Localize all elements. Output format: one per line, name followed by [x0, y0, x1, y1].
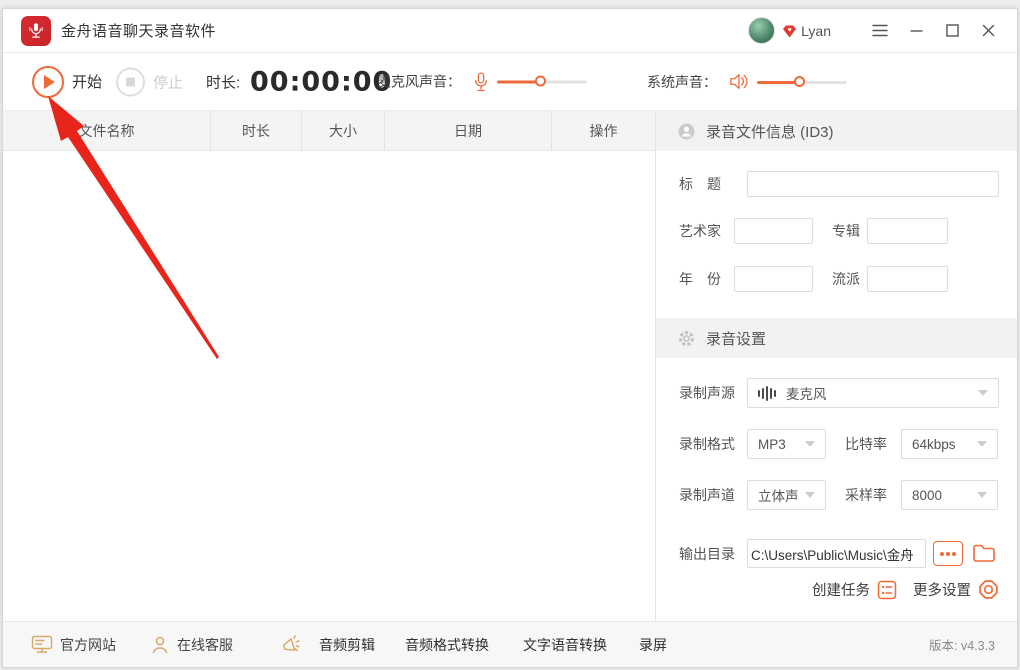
user-avatar[interactable] — [748, 17, 776, 44]
output-dir-field[interactable] — [747, 539, 926, 568]
samplerate-dropdown[interactable]: 8000 — [901, 480, 998, 510]
source-dropdown[interactable]: 麦克风 — [747, 378, 999, 408]
stop-button[interactable]: 停止 — [116, 67, 183, 96]
artist-label: 艺术家 — [679, 223, 721, 239]
mic-volume-label: 麦克风声音： — [377, 73, 461, 90]
mic-volume-knob[interactable] — [535, 75, 547, 87]
file-list-header: 文件名称 时长 大小 日期 操作 — [3, 111, 655, 151]
system-volume-label: 系统声音： — [647, 73, 717, 90]
system-volume-slider[interactable] — [757, 75, 847, 89]
version-label: 版本: v4.3.3 — [929, 639, 995, 653]
year-label: 年 份 — [679, 271, 721, 287]
app-window: 金舟语音聊天录音软件 ♥ Lyan 开始 停止 时长: 00:00:00 麦克风… — [2, 8, 1018, 668]
online-support-link[interactable]: 在线客服 — [150, 635, 233, 655]
channel-dropdown[interactable]: 立体声 — [747, 480, 826, 510]
task-list-icon[interactable] — [877, 580, 897, 600]
mic-volume-slider[interactable] — [497, 75, 587, 89]
column-duration: 时长 — [211, 111, 302, 150]
chevron-down-icon — [805, 492, 815, 498]
album-field[interactable] — [867, 218, 948, 244]
start-button[interactable]: 开始 — [32, 65, 102, 98]
app-logo-icon — [21, 15, 51, 46]
microphone-icon — [473, 71, 489, 92]
horn-icon — [282, 634, 300, 651]
bitrate-dropdown[interactable]: 64kbps — [901, 429, 998, 459]
stop-icon — [116, 67, 145, 96]
footer: 官方网站 在线客服 音频剪辑 音频格式转换 文字语音转换 录屏 版本: v4.3… — [3, 621, 1017, 667]
speaker-icon — [729, 72, 749, 91]
column-filename: 文件名称 — [3, 111, 211, 150]
vip-badge-icon: ♥ — [782, 25, 797, 38]
footer-link-audio-edit[interactable]: 音频剪辑 — [319, 635, 375, 655]
right-panel: 录音文件信息 (ID3) 标 题 艺术家 专辑 年 份 流派 录音设置 录制声源… — [656, 111, 1017, 621]
samplerate-label: 采样率 — [845, 487, 887, 503]
settings-gear-icon[interactable] — [978, 579, 999, 600]
screen: 金舟语音聊天录音软件 ♥ Lyan 开始 停止 时长: 00:00:00 麦克风… — [0, 0, 1020, 670]
format-dropdown[interactable]: MP3 — [747, 429, 826, 459]
footer-link-tts[interactable]: 文字语音转换 — [523, 635, 607, 655]
settings-header-title: 录音设置 — [706, 330, 767, 348]
settings-section-header: 录音设置 — [656, 318, 1017, 358]
chevron-down-icon — [977, 492, 987, 498]
create-task-button[interactable]: 创建任务 — [812, 579, 870, 600]
more-settings-button[interactable]: 更多设置 — [913, 579, 971, 600]
duration-label: 时长: — [206, 74, 241, 91]
menu-icon[interactable] — [865, 18, 895, 44]
chevron-down-icon — [977, 441, 987, 447]
duration-value: 00:00:00 — [250, 66, 393, 97]
column-operation: 操作 — [589, 122, 618, 139]
username[interactable]: Lyan — [801, 23, 831, 39]
column-size: 大小 — [302, 111, 385, 150]
format-label: 录制格式 — [679, 436, 735, 452]
chevron-down-icon — [805, 441, 815, 447]
footer-link-screen-record[interactable]: 录屏 — [639, 635, 667, 655]
id3-section-header: 录音文件信息 (ID3) — [656, 111, 1017, 151]
play-icon[interactable] — [32, 65, 64, 98]
recording-file-list: 文件名称 时长 大小 日期 操作 — [3, 111, 656, 621]
year-field[interactable] — [734, 266, 813, 292]
genre-label: 流派 — [832, 271, 860, 287]
person-icon — [152, 636, 168, 653]
monitor-icon — [31, 635, 53, 653]
browse-button[interactable] — [933, 541, 963, 566]
output-dir-label: 输出目录 — [679, 546, 735, 562]
official-website-link[interactable]: 官方网站 — [31, 635, 116, 655]
channel-label: 录制声道 — [679, 487, 735, 503]
bitrate-label: 比特率 — [845, 436, 887, 452]
system-volume-knob[interactable] — [794, 75, 806, 87]
footer-link-format-convert[interactable]: 音频格式转换 — [405, 635, 489, 655]
title-label: 标 题 — [679, 176, 721, 192]
column-date: 日期 — [385, 111, 552, 150]
album-label: 专辑 — [832, 223, 860, 239]
source-label: 录制声源 — [679, 385, 735, 401]
title-field[interactable] — [747, 171, 999, 197]
id3-header-title: 录音文件信息 (ID3) — [706, 123, 834, 141]
close-button[interactable] — [973, 18, 1003, 44]
chevron-down-icon — [978, 390, 988, 396]
file-list-body — [3, 151, 655, 621]
titlebar: 金舟语音聊天录音软件 ♥ Lyan — [3, 9, 1017, 53]
artist-field[interactable] — [734, 218, 813, 244]
minimize-button[interactable] — [901, 18, 931, 44]
info-circle-icon — [678, 123, 695, 139]
equalizer-icon — [758, 385, 778, 401]
gear-icon — [679, 330, 694, 346]
toolbar: 开始 停止 时长: 00:00:00 麦克风声音： 系统声音： — [3, 53, 1017, 111]
maximize-button[interactable] — [937, 18, 967, 44]
genre-field[interactable] — [867, 266, 948, 292]
open-folder-button[interactable] — [970, 539, 998, 567]
app-title: 金舟语音聊天录音软件 — [61, 23, 217, 40]
